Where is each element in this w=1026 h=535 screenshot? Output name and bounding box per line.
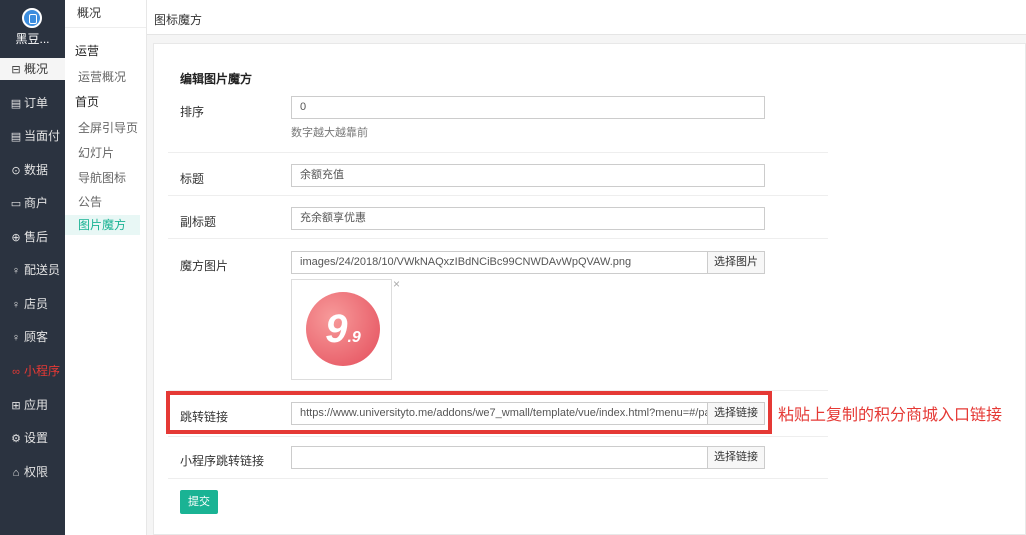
subnav-item-slides[interactable]: 幻灯片 bbox=[65, 143, 140, 163]
sidebar-item-permissions[interactable]: ⌂ 权限 bbox=[0, 461, 65, 483]
sidebar-item-overview[interactable]: ⊟ 概况 bbox=[0, 58, 65, 80]
sidebar-item-label: 订单 bbox=[24, 96, 49, 110]
edit-form-panel: 编辑图片魔方 排序 0 数字越大越靠前 标题 余额充值 副标题 充余额享优惠 魔… bbox=[153, 43, 1026, 535]
sidebar-item-apps[interactable]: ⊞ 应用 bbox=[0, 394, 65, 416]
sidebar-item-label: 小程序 bbox=[24, 364, 61, 378]
subnav-title: 概况 bbox=[65, 0, 146, 28]
sort-label: 排序 bbox=[180, 105, 205, 119]
preview-image: 9.9 bbox=[306, 292, 380, 366]
miniprogram-icon: ∞ bbox=[12, 366, 20, 378]
sidebar-item-label: 数据 bbox=[24, 163, 49, 177]
divider bbox=[168, 478, 828, 479]
breadcrumb: 图标魔方 bbox=[154, 13, 203, 27]
sidebar-item-label: 概况 bbox=[24, 62, 49, 76]
main-sidebar: 黑豆... ⊟ 概况 ▤ 订单 ▤ 当面付 ⊙ 数据 ▭ 商户 ⊕ 售后 ♀ 配送员 ♀ 店员 … bbox=[0, 0, 65, 535]
miniprogram-link-label: 小程序跳转链接 bbox=[180, 454, 265, 468]
home-icon: ⌂ bbox=[12, 467, 20, 479]
preview-sub-glyph: .9 bbox=[347, 329, 361, 346]
subnav-group-operations: 运营 bbox=[75, 44, 100, 58]
select-miniprogram-link-button[interactable]: 选择链接 bbox=[708, 446, 765, 469]
sidebar-item-label: 顾客 bbox=[24, 330, 49, 344]
form-title: 编辑图片魔方 bbox=[180, 72, 253, 86]
sidebar-item-customer[interactable]: ♀ 顾客 bbox=[0, 326, 65, 348]
subnav-item-operations-overview[interactable]: 运营概况 bbox=[65, 67, 140, 87]
clerk-icon: ♀ bbox=[11, 299, 21, 311]
sidebar-item-delivery[interactable]: ♀ 配送员 bbox=[0, 259, 65, 281]
cube-image-label: 魔方图片 bbox=[180, 259, 229, 273]
jump-link-label: 跳转链接 bbox=[180, 410, 229, 424]
subnav-item-nav-icons[interactable]: 导航图标 bbox=[65, 168, 140, 188]
jump-link-input[interactable]: https://www.universityto.me/addons/we7_w… bbox=[291, 402, 708, 425]
divider bbox=[168, 195, 828, 196]
sidebar-item-label: 设置 bbox=[24, 431, 49, 445]
remove-image-close-icon[interactable]: × bbox=[393, 277, 400, 291]
top-bar: 图标魔方 bbox=[147, 0, 1026, 35]
select-link-button[interactable]: 选择链接 bbox=[708, 402, 765, 425]
subtitle-input[interactable]: 充余额享优惠 bbox=[291, 207, 765, 230]
miniprogram-link-input[interactable] bbox=[291, 446, 708, 469]
sidebar-item-label: 售后 bbox=[24, 230, 49, 244]
subtitle-label: 副标题 bbox=[180, 215, 217, 229]
apps-grid-icon: ⊞ bbox=[11, 400, 21, 412]
cube-image-path-input[interactable]: images/24/2018/10/VWkNAQxzIBdNCiBc99CNWD… bbox=[291, 251, 708, 274]
sort-hint: 数字越大越靠前 bbox=[291, 127, 368, 139]
merchant-icon: ▭ bbox=[10, 198, 22, 210]
sidebar-item-label: 当面付 bbox=[24, 129, 61, 143]
divider bbox=[168, 238, 828, 239]
brand-logo-icon[interactable] bbox=[22, 8, 42, 28]
sidebar-item-label: 商户 bbox=[24, 196, 49, 210]
title-input[interactable]: 余额充值 bbox=[291, 164, 765, 187]
divider bbox=[168, 152, 828, 153]
submit-button[interactable]: 提交 bbox=[180, 490, 218, 514]
subnav-item-splash[interactable]: 全屏引导页 bbox=[65, 118, 140, 138]
aftersale-icon: ⊕ bbox=[11, 232, 21, 244]
sidebar-item-label: 店员 bbox=[24, 297, 49, 311]
annotation-text: 粘贴上复制的积分商城入口链接 bbox=[778, 405, 1003, 424]
brand-name[interactable]: 黑豆... bbox=[0, 30, 65, 47]
subnav-group-home: 首页 bbox=[75, 95, 100, 109]
sidebar-item-aftersale[interactable]: ⊕ 售后 bbox=[0, 226, 65, 248]
sort-input[interactable]: 0 bbox=[291, 96, 765, 119]
image-preview: 9.9 bbox=[291, 279, 392, 380]
order-icon: ▤ bbox=[10, 98, 22, 110]
customer-icon: ♀ bbox=[11, 332, 21, 344]
sidebar-item-facepay[interactable]: ▤ 当面付 bbox=[0, 125, 65, 147]
title-label: 标题 bbox=[180, 172, 205, 186]
sidebar-item-label: 权限 bbox=[24, 465, 49, 479]
subnav-item-image-cube[interactable]: 图片魔方 bbox=[65, 215, 140, 235]
preview-main-glyph: 9 bbox=[325, 307, 348, 351]
select-image-button[interactable]: 选择图片 bbox=[708, 251, 765, 274]
sidebar-item-label: 配送员 bbox=[24, 263, 61, 277]
subnav-item-notice[interactable]: 公告 bbox=[65, 192, 140, 212]
sidebar-item-data[interactable]: ⊙ 数据 bbox=[0, 159, 65, 181]
sidebar-item-label: 应用 bbox=[24, 398, 49, 412]
facepay-icon: ▤ bbox=[10, 131, 22, 143]
sidebar-item-clerk[interactable]: ♀ 店员 bbox=[0, 293, 65, 315]
divider bbox=[168, 436, 828, 437]
overview-icon: ⊟ bbox=[11, 64, 21, 76]
sidebar-item-miniprogram[interactable]: ∞ 小程序 bbox=[0, 360, 65, 382]
sidebar-item-merchant[interactable]: ▭ 商户 bbox=[0, 192, 65, 214]
gear-icon: ⚙ bbox=[11, 433, 21, 445]
delivery-person-icon: ♀ bbox=[11, 265, 21, 277]
sidebar-item-settings[interactable]: ⚙ 设置 bbox=[0, 427, 65, 449]
sidebar-item-orders[interactable]: ▤ 订单 bbox=[0, 92, 65, 114]
data-icon: ⊙ bbox=[11, 165, 21, 177]
secondary-sidebar: 概况 运营 运营概况 首页 全屏引导页 幻灯片 导航图标 公告 图片魔方 bbox=[65, 0, 147, 535]
